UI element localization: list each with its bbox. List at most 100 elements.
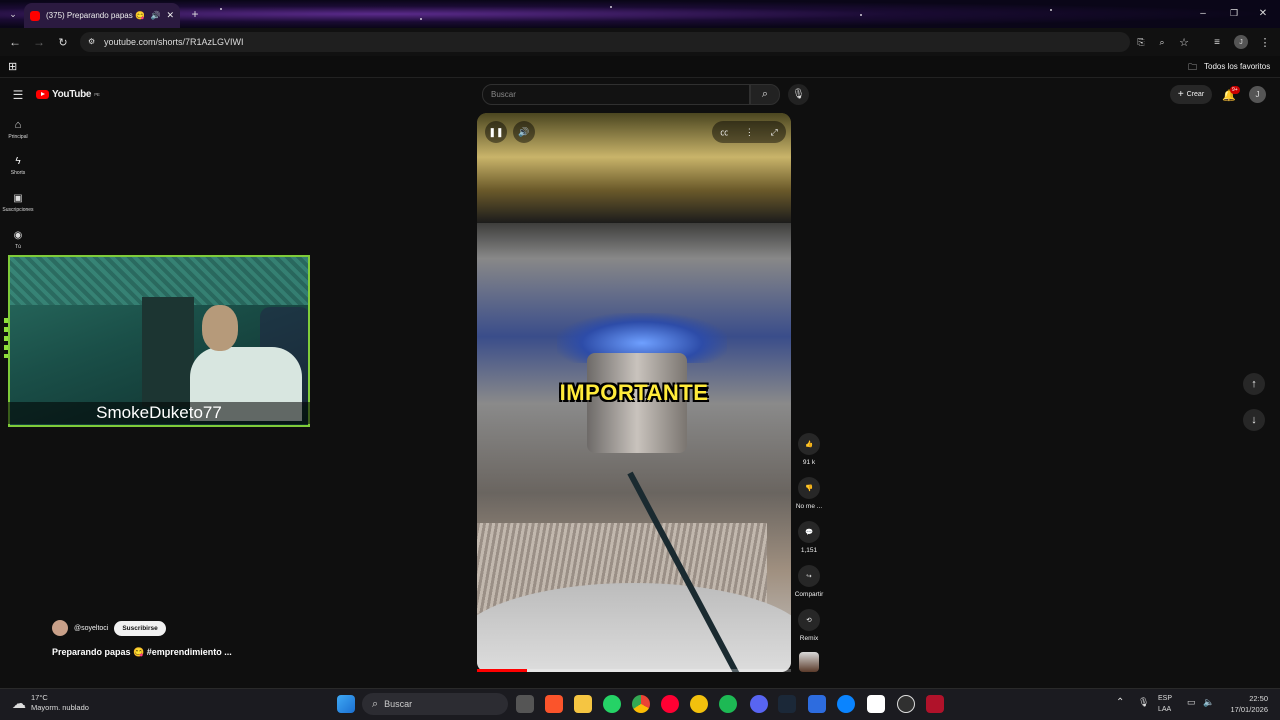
- captions-icon[interactable]: ㏄: [720, 127, 728, 138]
- like-button[interactable]: 👍 91 k: [792, 433, 826, 466]
- nav-shorts[interactable]: ϟ Shorts: [0, 156, 36, 176]
- site-info-icon[interactable]: ⚙: [88, 37, 95, 46]
- subscribe-button[interactable]: Suscribirse: [114, 620, 166, 636]
- weather-desc: Mayorm. nublado: [31, 703, 89, 712]
- share-button[interactable]: ↪ Compartir: [792, 565, 826, 598]
- obs-icon[interactable]: [897, 695, 915, 713]
- more-options-icon[interactable]: ⋮: [745, 127, 754, 138]
- tab-close-icon[interactable]: ✕: [166, 10, 174, 21]
- chrome-icon[interactable]: [632, 695, 650, 713]
- discord-icon[interactable]: [750, 695, 768, 713]
- steam-icon[interactable]: [778, 695, 796, 713]
- video-progress-fill: [477, 669, 528, 672]
- create-button[interactable]: + Crear: [1170, 85, 1212, 104]
- notifications-badge: 9+: [1230, 86, 1240, 94]
- system-clock[interactable]: 22:50 17/01/2026: [1222, 693, 1268, 715]
- clock-time: 22:50: [1249, 694, 1268, 703]
- channel-avatar[interactable]: [52, 620, 68, 636]
- microphone-icon: 🎙: [792, 89, 805, 100]
- subscriptions-icon: ▣: [13, 193, 23, 204]
- tab-list-icon[interactable]: ⌄: [6, 7, 20, 21]
- video-progress-bar[interactable]: [477, 669, 791, 672]
- remix-button[interactable]: ⟲ Remix: [792, 609, 826, 642]
- dislike-label: No me ...: [795, 503, 823, 510]
- tray-chevron-icon[interactable]: ⌃: [1116, 697, 1124, 708]
- youtube-app-icon[interactable]: [661, 695, 679, 713]
- address-bar[interactable]: ⚙ youtube.com/shorts/7R1AzLGVIWI: [80, 32, 1130, 52]
- browser-menu-icon[interactable]: ⋮: [1258, 35, 1272, 49]
- folder-icon: 🗀: [1188, 62, 1198, 72]
- task-view-icon[interactable]: [516, 695, 534, 713]
- nav-you[interactable]: ◉ Tú: [0, 230, 36, 250]
- comment-icon: 💬: [798, 521, 820, 543]
- taskbar-search[interactable]: ⌕ Buscar: [362, 693, 508, 715]
- region-code: PE: [94, 92, 100, 97]
- install-app-icon[interactable]: ⎘: [1134, 35, 1148, 49]
- nav-home-label: Principal: [8, 134, 28, 140]
- nav-subscriptions[interactable]: ▣ Suscripciones: [0, 193, 36, 213]
- file-explorer-icon[interactable]: [574, 695, 592, 713]
- channel-handle[interactable]: @soyeltoci: [74, 625, 108, 632]
- webcam-name: SmokeDuketo77: [8, 402, 310, 424]
- apps-grid-icon[interactable]: ⊞: [8, 60, 17, 73]
- start-icon[interactable]: [337, 695, 355, 713]
- create-label: Crear: [1186, 91, 1205, 98]
- network-icon[interactable]: ▭: [1187, 697, 1196, 708]
- previous-short-button[interactable]: ↑: [1243, 373, 1265, 395]
- speaker-icon[interactable]: 🔈: [1203, 697, 1214, 708]
- bookmarks-bar: ⊞ 🗀 Todos los favoritos: [0, 56, 1280, 78]
- minimize-icon[interactable]: –: [1196, 6, 1210, 20]
- tab-audio-icon[interactable]: 🔊: [150, 11, 160, 20]
- youtube-play-icon: [36, 90, 49, 99]
- comments-button[interactable]: 💬 1,151: [792, 521, 826, 554]
- nav-subscriptions-label: Suscripciones: [2, 207, 34, 213]
- taskbar-search-label: Buscar: [384, 699, 413, 709]
- browser-tab[interactable]: (375) Preparando papas 😋 🔊 ✕: [24, 3, 180, 28]
- you-icon: ◉: [13, 230, 23, 241]
- video-title[interactable]: Preparando papas 😋 #emprendimiento ...: [52, 647, 232, 658]
- new-tab-icon[interactable]: +: [188, 7, 202, 21]
- weather-widget[interactable]: ☁ 17°C Mayorm. nublado: [12, 693, 89, 713]
- language-indicator[interactable]: ESP LAA: [1158, 693, 1172, 715]
- tradingview-icon[interactable]: [867, 695, 885, 713]
- zoom-icon[interactable]: ⌕: [1155, 35, 1169, 49]
- tray-mic-icon[interactable]: 🎙: [1138, 697, 1149, 708]
- search-button[interactable]: ⌕: [750, 84, 780, 105]
- url-text: youtube.com/shorts/7R1AzLGVIWI: [104, 37, 244, 47]
- brave-icon[interactable]: [545, 695, 563, 713]
- weather-temp: 17°C: [31, 693, 48, 702]
- close-window-icon[interactable]: ✕: [1256, 6, 1270, 20]
- streamer-figure: [190, 297, 302, 421]
- nav-home[interactable]: ⌂ Principal: [0, 119, 36, 140]
- video-controls-right: ㏄ ⋮ ⤢: [712, 121, 786, 143]
- back-icon[interactable]: ←: [8, 35, 22, 49]
- reading-list-icon[interactable]: ≡: [1210, 35, 1224, 49]
- app-yellow-icon[interactable]: [690, 695, 708, 713]
- youtube-logo[interactable]: YouTube PE: [36, 89, 100, 100]
- spotify-icon[interactable]: [719, 695, 737, 713]
- volume-button[interactable]: 🔊: [513, 121, 535, 143]
- sound-thumbnail[interactable]: [799, 652, 819, 672]
- fullscreen-icon[interactable]: ⤢: [770, 127, 777, 138]
- voice-search-button[interactable]: 🎙: [788, 84, 809, 105]
- all-bookmarks-link[interactable]: Todos los favoritos: [1204, 62, 1270, 71]
- forward-icon[interactable]: →: [32, 35, 46, 49]
- share-icon: ↪: [798, 565, 820, 587]
- app-blue-icon[interactable]: [808, 695, 826, 713]
- search-input[interactable]: Buscar: [482, 84, 750, 105]
- bookmark-star-icon[interactable]: ☆: [1177, 35, 1191, 49]
- app-m-icon[interactable]: [837, 695, 855, 713]
- pause-button[interactable]: ❚❚: [485, 121, 507, 143]
- search-icon: ⌕: [761, 88, 769, 100]
- reload-icon[interactable]: ↻: [56, 35, 70, 49]
- pause-icon: ❚❚: [488, 126, 504, 137]
- app-red-icon[interactable]: [926, 695, 944, 713]
- hamburger-menu-icon[interactable]: ☰: [11, 88, 25, 102]
- profile-avatar[interactable]: J: [1234, 35, 1248, 49]
- dislike-button[interactable]: 👎 No me ...: [792, 477, 826, 510]
- video-caption: IMPORTANTE: [559, 380, 709, 405]
- restore-icon[interactable]: ❐: [1227, 6, 1241, 20]
- account-avatar[interactable]: J: [1249, 86, 1266, 103]
- next-short-button[interactable]: ↓: [1243, 409, 1265, 431]
- whatsapp-icon[interactable]: [603, 695, 621, 713]
